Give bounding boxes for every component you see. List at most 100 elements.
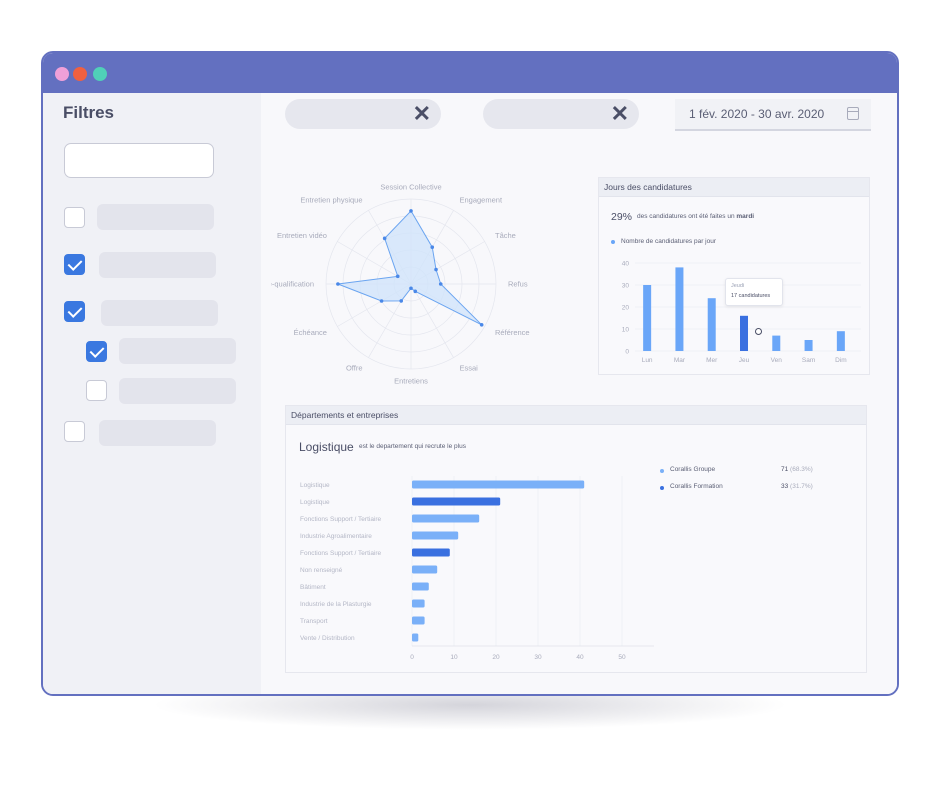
jours-percent: 29%	[611, 211, 633, 223]
filter-checkbox[interactable]	[64, 301, 85, 322]
window-dot-orange[interactable]	[73, 67, 87, 81]
radar-point	[409, 286, 413, 291]
jours-x-tick-label: Dim	[835, 357, 847, 364]
jours-y-tick-label: 30	[622, 283, 630, 290]
filter-checkbox[interactable]	[64, 421, 85, 442]
radar-point	[479, 323, 484, 327]
radar-axis-label: Entretien vidéo	[277, 231, 327, 240]
filter-pill-1[interactable]: ✕	[285, 99, 441, 129]
dept-bar	[412, 633, 419, 642]
jours-x-tick-label: Sam	[802, 357, 815, 364]
jours-bar	[804, 340, 813, 351]
legend-dot-formation	[660, 486, 664, 490]
filter-checkbox[interactable]	[64, 207, 85, 228]
filter-label-placeholder	[101, 300, 218, 326]
calendar-icon[interactable]	[847, 107, 859, 120]
dept-category-label: Logistique	[300, 482, 330, 489]
clear-filter-2-icon[interactable]: ✕	[611, 101, 629, 127]
clear-filter-1-icon[interactable]: ✕	[413, 101, 431, 127]
tooltip-day: Jeudi	[731, 283, 745, 289]
radar-point	[399, 299, 404, 303]
radar-point	[379, 299, 384, 303]
dept-bar	[412, 599, 425, 608]
radar-axis-label: Entretiens	[394, 377, 428, 386]
radar-axis-label: Échéance	[294, 328, 327, 337]
dept-category-label: Industrie de la Plasturgie	[300, 601, 372, 608]
jours-x-tick-label: Jeu	[739, 357, 750, 364]
dept-bar	[412, 548, 450, 557]
dept-x-tick-label: 50	[618, 654, 626, 661]
jours-x-tick-label: Lun	[642, 357, 653, 364]
radar-axis-label: Pré-qualification	[271, 280, 314, 289]
radar-axis-label: Refus	[508, 280, 528, 289]
departements-subtitle: est le departement qui recrute le plus	[359, 443, 466, 450]
radar-point	[382, 236, 387, 241]
window-dot-pink[interactable]	[55, 67, 69, 81]
dept-bar	[412, 531, 459, 540]
jours-x-tick-label: Ven	[771, 357, 783, 364]
jours-card: Jours des candidatures 29% des candidatu…	[598, 177, 870, 375]
jours-y-tick-label: 40	[622, 261, 630, 268]
date-range-picker[interactable]: 1 fév. 2020 - 30 avr. 2020	[675, 99, 871, 131]
dept-x-tick-label: 20	[492, 654, 500, 661]
radar-axis-label: Référence	[495, 328, 530, 337]
jours-bar	[707, 298, 716, 351]
dept-category-label: Fonctions Support / Tertiaire	[300, 550, 382, 557]
app-window: Filtres ✕ ✕ 1 fév. 2020 - 30 avr. 2020 S…	[41, 51, 899, 696]
filter-label-placeholder	[99, 252, 216, 278]
radar-point	[434, 267, 438, 272]
jours-x-tick-label: Mar	[674, 357, 686, 364]
radar-point	[413, 289, 418, 294]
legend-value-row-groupe: 71 (68.3%)	[781, 466, 813, 473]
radar-chart: Session Collective Engagement Tâche Refus Ré…	[271, 183, 530, 386]
dept-category-label: Fonctions Support / Tertiaire	[300, 516, 382, 523]
jours-bar	[643, 285, 652, 351]
radar-axis-label: Offre	[346, 364, 363, 373]
filter-subcheckbox[interactable]	[86, 380, 107, 401]
jours-y-tick-label: 20	[622, 305, 630, 312]
filter-pill-2[interactable]: ✕	[483, 99, 639, 129]
date-range-text: 1 fév. 2020 - 30 avr. 2020	[689, 107, 825, 121]
dept-bar	[412, 616, 425, 625]
radar-axis-label: Tâche	[495, 231, 516, 240]
radar-point	[438, 282, 443, 286]
dept-category-label: Bâtiment	[300, 584, 326, 591]
dept-bar	[412, 480, 585, 489]
radar-point	[409, 209, 413, 213]
jours-bar-chart: 0 10 20 30 40 Lun Mar Mer Jeu Ven Sam Dim	[622, 261, 861, 364]
dept-category-label: Non renseigné	[300, 567, 343, 574]
radar-point	[336, 282, 340, 286]
dept-x-tick-label: 40	[576, 654, 584, 661]
radar-area	[337, 210, 483, 326]
dept-bar	[412, 582, 429, 591]
jours-x-tick-label: Mer	[706, 357, 718, 364]
legend-label-formation: Corallis Formation	[670, 483, 723, 490]
dept-category-label: Vente / Distribution	[300, 635, 355, 642]
legend-value-formation: 33	[781, 483, 789, 490]
filter-subcheckbox[interactable]	[86, 341, 107, 362]
departements-card-header: Départements et entreprises	[286, 406, 866, 425]
dept-bar	[412, 565, 438, 574]
jours-bar	[836, 331, 845, 351]
filter-label-placeholder	[119, 378, 236, 404]
jours-legend-label: Nombre de candidatures par jour	[621, 238, 717, 245]
legend-dot-groupe	[660, 469, 664, 473]
jours-bar	[675, 267, 684, 351]
radar-axis-label: Essai	[460, 364, 479, 373]
legend-value-row-formation: 33 (31.7%)	[781, 483, 813, 490]
jours-sentence-row: des candidatures ont été faites un mardi	[637, 213, 754, 220]
dept-category-label: Logistique	[300, 499, 330, 506]
radar-point	[395, 274, 400, 279]
radar-axis-label: Engagement	[460, 195, 503, 204]
jours-tooltip: Jeudi 17 candidatures	[725, 278, 783, 306]
legend-value-groupe: 71	[781, 466, 789, 473]
filter-search-input[interactable]	[64, 143, 214, 178]
dept-x-tick-label: 30	[534, 654, 542, 661]
departements-legend: Corallis Groupe 71 (68.3%) Corallis Form…	[660, 466, 860, 506]
departements-bar-chart: 0 10 20 30 40 50 Logistique Logistique Fonctions…	[300, 476, 654, 661]
jours-bar	[772, 335, 781, 351]
radar-axis-label: Entretien physique	[300, 195, 362, 204]
filter-checkbox[interactable]	[64, 254, 85, 275]
window-dot-teal[interactable]	[93, 67, 107, 81]
filter-label-placeholder	[99, 420, 216, 446]
